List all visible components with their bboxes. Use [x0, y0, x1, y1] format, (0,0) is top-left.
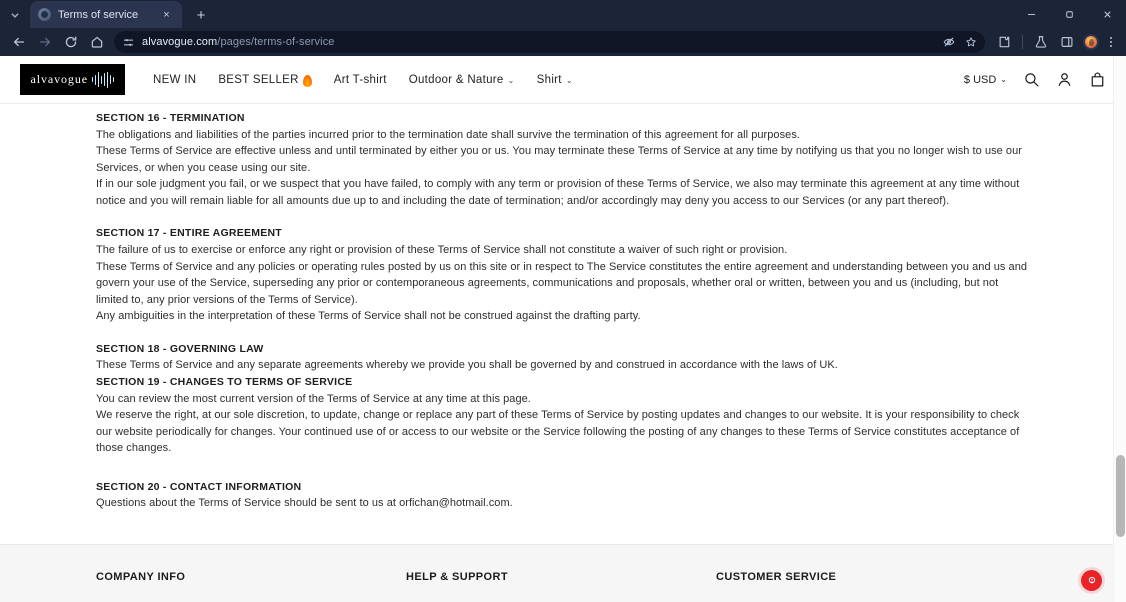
bookmark-star-icon[interactable]: [961, 32, 981, 52]
browser-toolbar: alvavogue.com/pages/terms-of-service: [0, 28, 1126, 56]
section-18: SECTION 18 - GOVERNING LAW These Terms o…: [96, 341, 1030, 374]
site-settings-icon[interactable]: [120, 34, 136, 50]
tab-close-icon[interactable]: ×: [159, 7, 174, 22]
chevron-down-icon: ⌄: [1000, 75, 1007, 84]
tab-strip: Terms of service × +: [0, 0, 1126, 28]
nav-item-outdoor-nature[interactable]: Outdoor & Nature ⌄: [409, 74, 515, 86]
browser-chrome: Terms of service × + alvavogue.com/pages…: [0, 0, 1126, 56]
tracking-protection-icon[interactable]: [939, 32, 959, 52]
tab-search-icon[interactable]: [2, 2, 28, 28]
account-icon[interactable]: [1056, 71, 1073, 88]
lab-flask-icon[interactable]: [1028, 29, 1054, 55]
search-icon[interactable]: [1023, 71, 1040, 88]
cart-bag-icon[interactable]: [1089, 71, 1106, 88]
browser-tab[interactable]: Terms of service ×: [30, 1, 182, 28]
support-chat-button[interactable]: [1081, 570, 1102, 591]
section-17: SECTION 17 - ENTIRE AGREEMENT The failur…: [96, 225, 1030, 324]
browser-menu-icon[interactable]: [1102, 32, 1120, 52]
section-paragraph: The failure of us to exercise or enforce…: [96, 243, 788, 256]
currency-selector[interactable]: $ USD ⌄: [964, 74, 1007, 86]
minimize-button[interactable]: [1012, 0, 1050, 28]
nav-item-art-tshirt[interactable]: Art T-shirt: [334, 74, 387, 86]
browser-window: Terms of service × + alvavogue.com/pages…: [0, 0, 1126, 602]
address-bar-url: alvavogue.com/pages/terms-of-service: [142, 36, 939, 48]
tab-title: Terms of service: [58, 8, 139, 21]
section-paragraph: Questions about the Terms of Service sho…: [96, 497, 513, 510]
url-path: /pages/terms-of-service: [217, 36, 335, 48]
chevron-down-icon: ⌄: [507, 75, 515, 85]
section-heading: SECTION 18 - GOVERNING LAW: [96, 342, 264, 355]
section-heading: SECTION 17 - ENTIRE AGREEMENT: [96, 227, 282, 240]
nav-label: NEW IN: [153, 73, 197, 86]
section-20: SECTION 20 - CONTACT INFORMATION Questio…: [96, 479, 1030, 512]
section-paragraph: If in our sole judgment you fail, or we …: [96, 178, 1020, 207]
nav-label: Outdoor & Nature: [408, 73, 504, 86]
section-heading: SECTION 19 - CHANGES TO TERMS OF SERVICE: [96, 376, 353, 389]
logo-text: alvavogue: [30, 72, 88, 86]
terms-content: SECTION 16 - TERMINATION The obligations…: [0, 104, 1126, 544]
toolbar-divider: [1022, 35, 1023, 49]
section-heading: SECTION 16 - TERMINATION: [96, 112, 245, 124]
footer-column-title: COMPANY INFO: [96, 571, 186, 583]
waveform-icon: [91, 71, 115, 88]
nav-item-shirt[interactable]: Shirt ⌄: [537, 74, 573, 86]
nav-item-new-in[interactable]: NEW IN: [153, 74, 196, 86]
chevron-down-icon: ⌄: [565, 75, 573, 85]
section-paragraph: These Terms of Service are effective unl…: [96, 145, 1022, 174]
section-paragraph: Any ambiguities in the interpretation of…: [96, 310, 641, 323]
section-paragraph: We reserve the right, at our sole discre…: [96, 409, 1020, 455]
close-window-button[interactable]: [1088, 0, 1126, 28]
footer-column-help-support: HELP & SUPPORT: [406, 571, 716, 602]
page-scrollbar[interactable]: [1113, 56, 1126, 602]
nav-label: Shirt: [536, 73, 562, 86]
footer-column-title: CUSTOMER SERVICE: [716, 571, 837, 583]
site-logo[interactable]: alvavogue: [20, 64, 125, 95]
profile-avatar[interactable]: [1083, 34, 1099, 50]
reload-icon[interactable]: [58, 29, 84, 55]
maximize-button[interactable]: [1050, 0, 1088, 28]
currency-label: $ USD: [963, 73, 997, 86]
nav-item-best-seller[interactable]: BEST SELLER: [218, 73, 312, 87]
fire-icon: [302, 74, 312, 87]
footer-column-title: HELP & SUPPORT: [406, 571, 508, 583]
footer-column-customer-service: CUSTOMER SERVICE: [716, 571, 836, 602]
home-icon[interactable]: [84, 29, 110, 55]
side-panel-icon[interactable]: [1054, 29, 1080, 55]
site-footer: COMPANY INFO HELP & SUPPORT CUSTOMER SER…: [0, 544, 1126, 602]
site-header: alvavogue NEW IN BEST SELLER Art T-shirt…: [0, 56, 1126, 104]
scrollbar-thumb[interactable]: [1116, 455, 1125, 537]
footer-column-company-info: COMPANY INFO: [96, 571, 406, 602]
address-bar[interactable]: alvavogue.com/pages/terms-of-service: [114, 31, 985, 53]
section-heading: SECTION 20 - CONTACT INFORMATION: [96, 480, 302, 493]
section-16: SECTION 16 - TERMINATION The obligations…: [96, 110, 1030, 209]
header-actions: $ USD ⌄: [964, 71, 1106, 88]
section-paragraph: These Terms of Service and any separate …: [96, 359, 838, 372]
nav-label: Art T-shirt: [333, 73, 387, 86]
window-controls: [1012, 0, 1126, 28]
extensions-puzzle-icon[interactable]: [991, 29, 1017, 55]
section-paragraph: You can review the most current version …: [96, 392, 531, 405]
section-paragraph: These Terms of Service and any policies …: [96, 260, 1028, 306]
url-domain: alvavogue.com: [142, 36, 218, 48]
tab-favicon-icon: [38, 8, 51, 21]
new-tab-button[interactable]: +: [188, 2, 214, 28]
chat-pin-icon: [1088, 576, 1095, 584]
nav-label: BEST SELLER: [218, 73, 299, 86]
page-viewport: alvavogue NEW IN BEST SELLER Art T-shirt…: [0, 56, 1126, 602]
forward-icon[interactable]: [32, 29, 58, 55]
main-nav: NEW IN BEST SELLER Art T-shirt Outdoor &…: [153, 73, 964, 87]
omnibox-actions: [939, 32, 981, 52]
section-paragraph: The obligations and liabilities of the p…: [96, 128, 800, 141]
back-icon[interactable]: [6, 29, 32, 55]
section-19: SECTION 19 - CHANGES TO TERMS OF SERVICE…: [96, 374, 1030, 457]
